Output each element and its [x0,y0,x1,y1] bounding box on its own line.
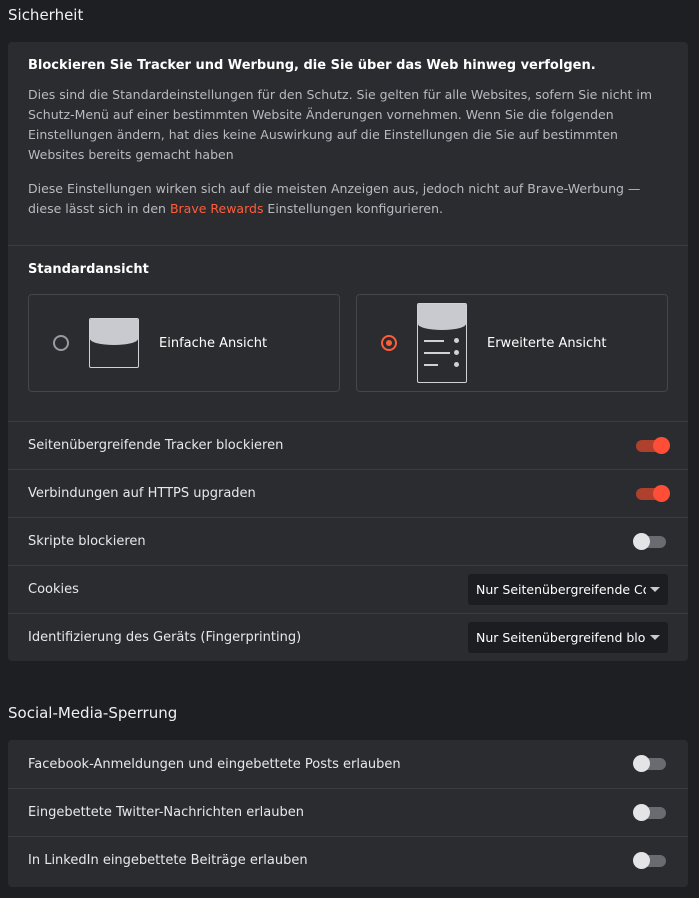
https-upgrade-label: Verbindungen auf HTTPS upgraden [28,486,256,501]
default-view-section: Standardansicht Einfache Ansicht Erweite… [8,246,688,421]
chevron-down-icon [650,635,660,640]
intro-heading: Blockieren Sie Tracker und Werbung, die … [28,58,596,73]
advanced-view-illustration-icon [417,303,467,383]
cookies-label: Cookies [28,582,79,597]
fingerprinting-select[interactable]: Nur Seitenübergreifend blockieren [468,622,668,653]
block-scripts-toggle[interactable] [633,532,666,550]
block-scripts-label: Skripte blockieren [28,534,146,549]
section-title-security: Sicherheit [8,6,84,24]
shields-settings-card: Blockieren Sie Tracker und Werbung, die … [8,42,688,661]
view-options: Einfache Ansicht Erweiterte Ansicht [28,294,668,392]
simple-view-illustration-icon [89,318,139,368]
chevron-down-icon [650,587,660,592]
section-title-social-media: Social-Media-Sperrung [8,704,178,722]
advanced-view-radio[interactable] [381,335,397,351]
fingerprinting-select-value: Nur Seitenübergreifend blockieren [476,630,646,645]
social-media-card: Facebook-Anmeldungen und eingebettete Po… [8,740,688,887]
facebook-toggle[interactable] [633,755,666,772]
cross-site-trackers-label: Seitenübergreifende Tracker blockieren [28,438,284,453]
setting-row-block-scripts: Skripte blockieren [8,517,688,565]
setting-row-cross-site-trackers: Seitenübergreifende Tracker blockieren [8,421,688,469]
setting-row-cookies: Cookies Nur Seitenübergreifende Cookies … [8,565,688,613]
simple-view-option[interactable]: Einfache Ansicht [28,294,340,392]
cookies-select[interactable]: Nur Seitenübergreifende Cookies blockier… [468,574,668,605]
cookies-select-value: Nur Seitenübergreifende Cookies blockier… [476,582,646,597]
setting-row-facebook: Facebook-Anmeldungen und eingebettete Po… [8,740,688,788]
intro-paragraph-2-after: Einstellungen konfigurieren. [263,201,443,216]
intro-paragraph-1: Dies sind die Standardeinstellungen für … [28,87,653,162]
advanced-view-option[interactable]: Erweiterte Ansicht [356,294,668,392]
cross-site-trackers-toggle[interactable] [636,436,670,454]
twitter-toggle[interactable] [633,803,666,821]
twitter-label: Eingebettete Twitter-Nachrichten erlaube… [28,805,304,820]
brave-rewards-link[interactable]: Brave Rewards [170,201,264,216]
setting-row-https-upgrade: Verbindungen auf HTTPS upgraden [8,469,688,517]
setting-row-linkedin: In LinkedIn eingebettete Beiträge erlaub… [8,836,688,884]
simple-view-label: Einfache Ansicht [159,335,268,351]
facebook-label: Facebook-Anmeldungen und eingebettete Po… [28,756,401,772]
simple-view-radio[interactable] [53,335,69,351]
https-upgrade-toggle[interactable] [636,484,670,502]
advanced-view-label: Erweiterte Ansicht [487,335,607,351]
default-view-heading: Standardansicht [28,262,149,277]
intro-paragraph-2: Diese Einstellungen wirken sich auf die … [28,179,668,219]
fingerprinting-label: Identifizierung des Geräts (Fingerprinti… [28,630,302,645]
linkedin-label: In LinkedIn eingebettete Beiträge erlaub… [28,853,308,868]
intro-block: Blockieren Sie Tracker und Werbung, die … [8,42,688,245]
setting-row-twitter: Eingebettete Twitter-Nachrichten erlaube… [8,788,688,836]
linkedin-toggle[interactable] [633,851,666,869]
setting-row-fingerprinting: Identifizierung des Geräts (Fingerprinti… [8,613,688,661]
